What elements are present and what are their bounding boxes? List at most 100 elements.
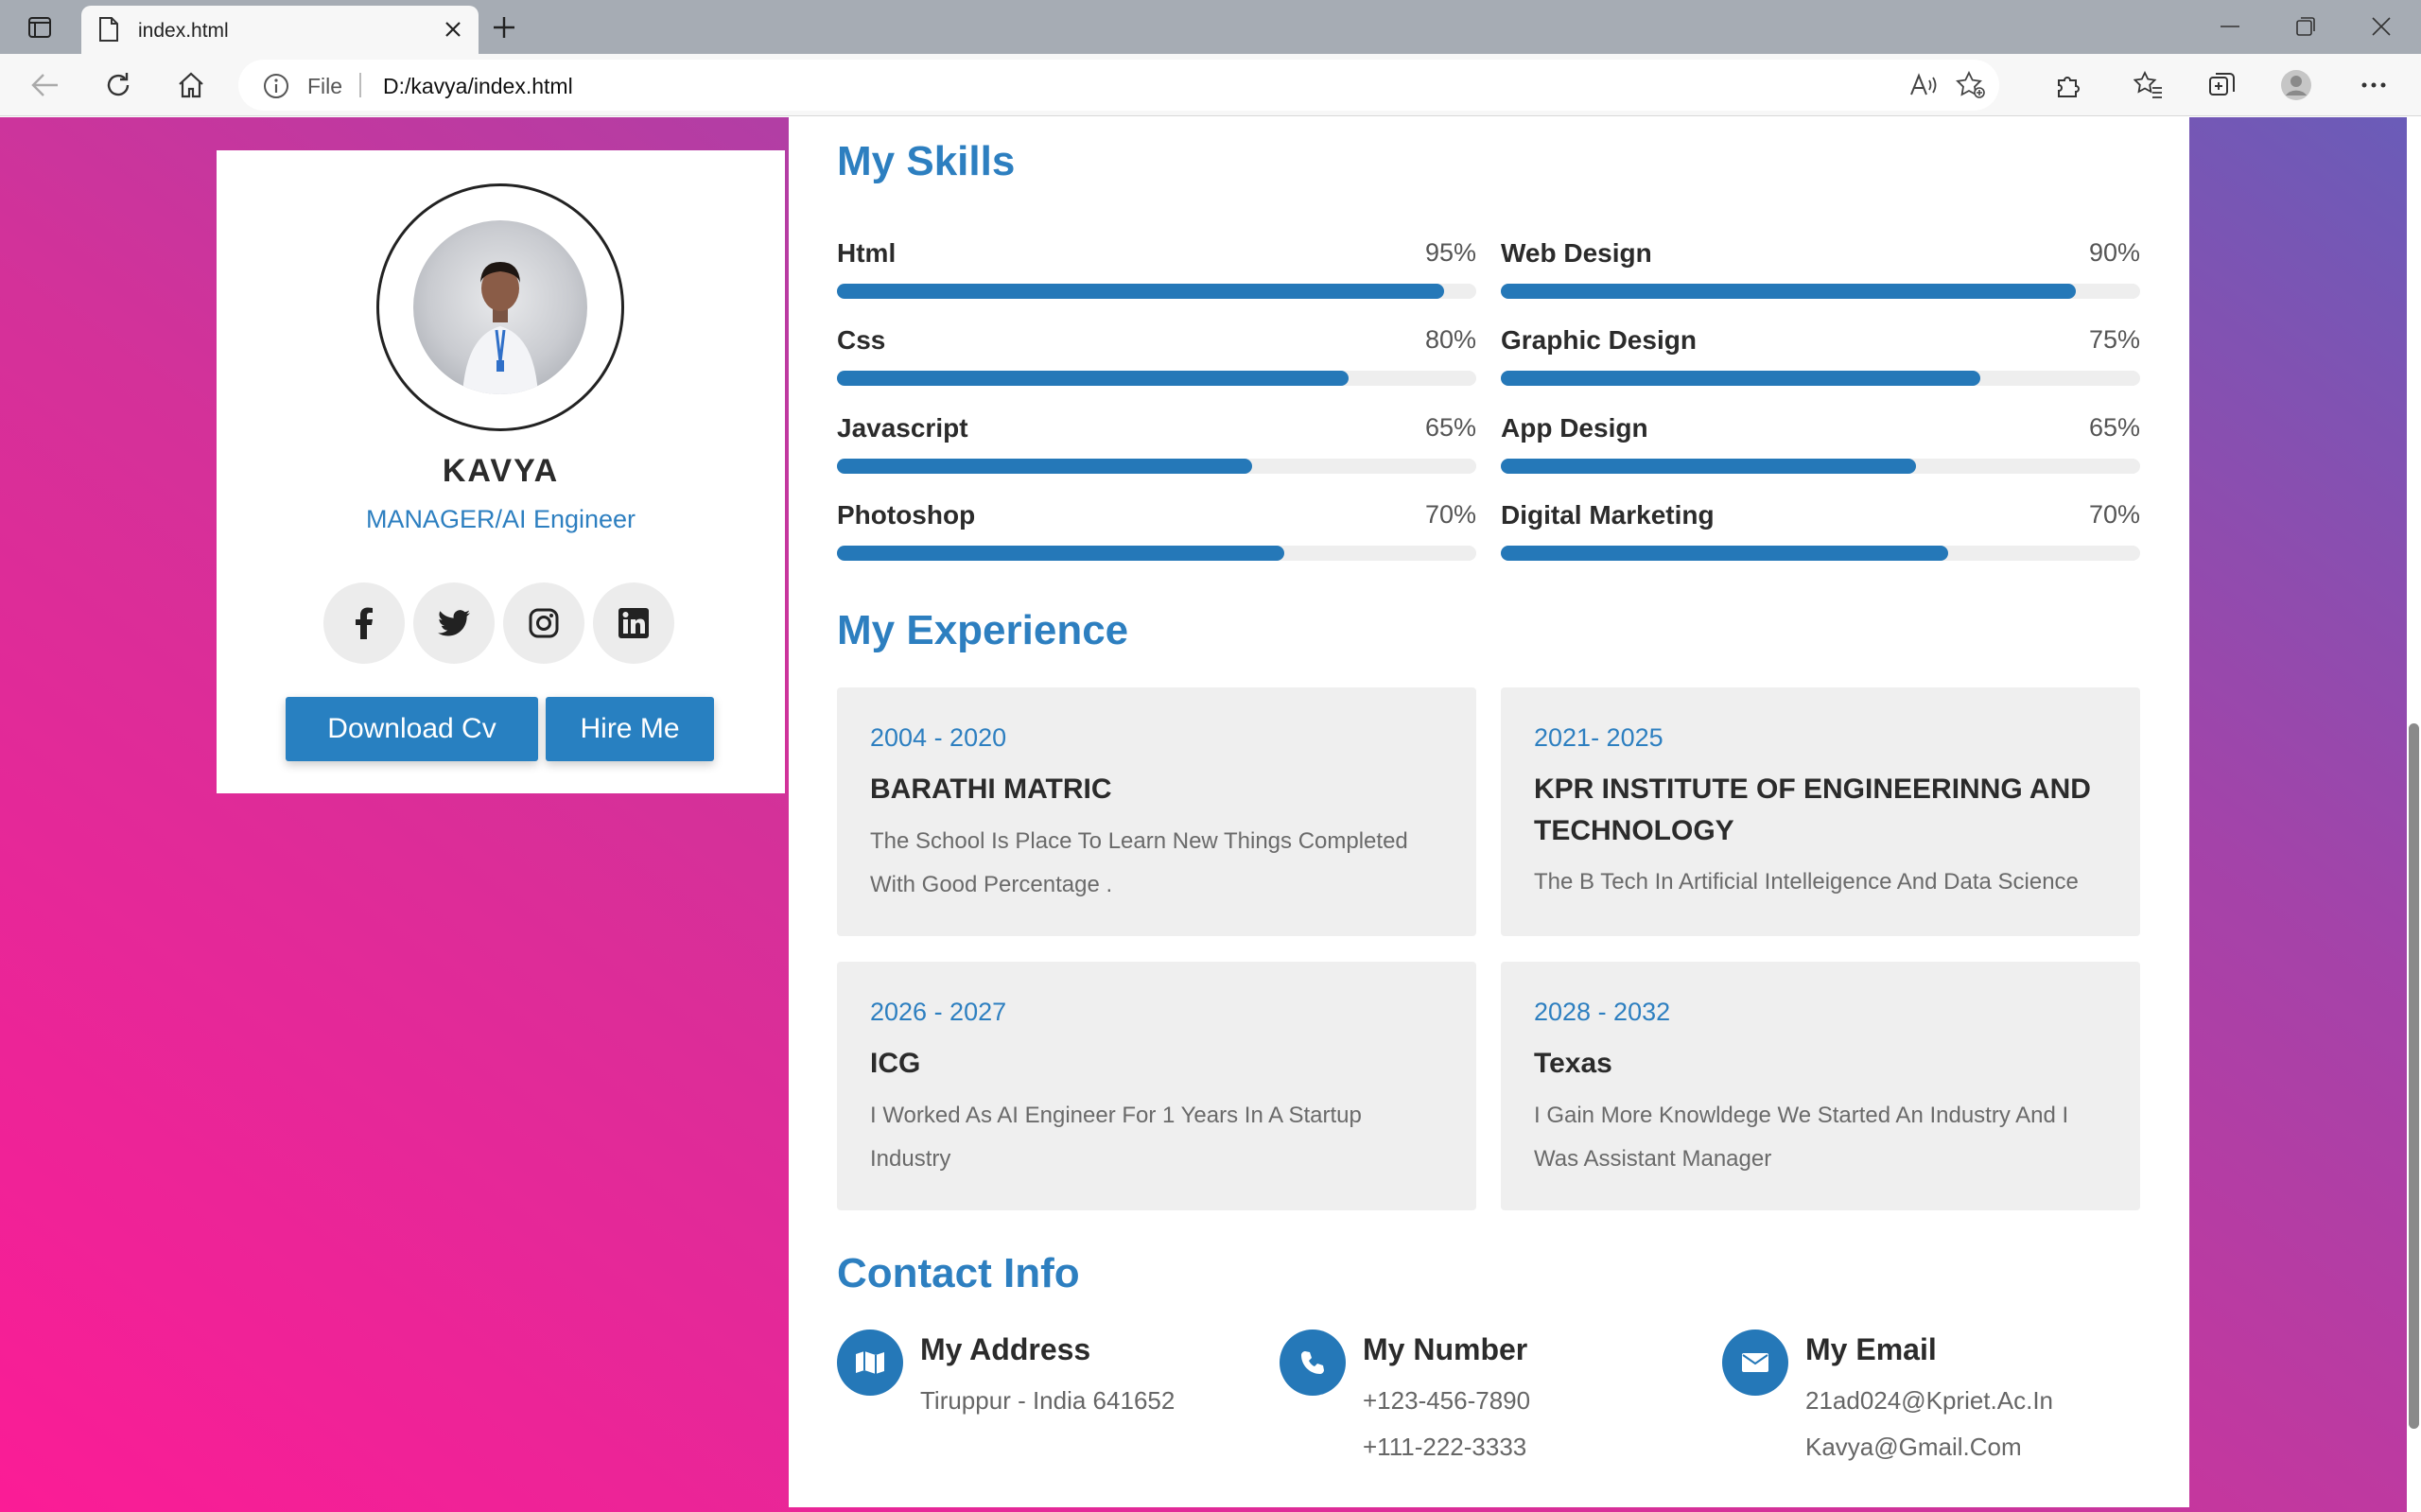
- experience-heading: My Experience: [837, 607, 1129, 653]
- skill-bar-track: [837, 371, 1476, 386]
- contact-line: Kavya@Gmail.Com: [1805, 1433, 2022, 1461]
- experience-org: KPR INSTITUTE OF ENGINEERINNG AND TECHNO…: [1534, 773, 2091, 846]
- contact-line: 21ad024@Kpriet.Ac.In: [1805, 1386, 2054, 1415]
- skill-bar-fill: [837, 546, 1285, 561]
- skill-label: Web Design: [1501, 238, 1652, 268]
- refresh-icon[interactable]: [97, 64, 139, 106]
- experience-desc: I Gain More Knowldege We Started An Indu…: [1534, 1103, 2069, 1172]
- skill-item: Digital Marketing 70%: [1501, 500, 2140, 576]
- tab-strip: index.html: [0, 0, 2421, 54]
- twitter-link[interactable]: [413, 582, 495, 664]
- page-scrollbar-thumb[interactable]: [2409, 723, 2419, 1429]
- skill-bar-fill: [1501, 284, 2077, 299]
- experience-card: 2021- 2025 KPR INSTITUTE OF ENGINEERINNG…: [1501, 687, 2140, 936]
- skill-percent: 80%: [1424, 325, 1476, 354]
- skill-bar-track: [1501, 459, 2140, 474]
- skill-bar-fill: [837, 284, 1445, 299]
- more-options-icon[interactable]: [2353, 64, 2395, 106]
- contact-title: My Number: [1363, 1332, 1528, 1366]
- skill-percent: 70%: [2088, 500, 2140, 529]
- tab-title: index.html: [138, 20, 229, 42]
- profile-role: MANAGER/AI Engineer: [365, 505, 636, 533]
- favorites-icon[interactable]: [2128, 64, 2169, 106]
- skill-item: Css 80%: [837, 325, 1476, 401]
- instagram-link[interactable]: [503, 582, 584, 664]
- skill-percent: 90%: [2088, 238, 2140, 267]
- window-close-icon[interactable]: [2355, 8, 2408, 45]
- avatar-ring: [376, 183, 624, 431]
- experience-desc: I Worked As AI Engineer For 1 Years In A…: [870, 1103, 1362, 1172]
- experience-years: 2004 - 2020: [870, 723, 1007, 752]
- skill-label: Graphic Design: [1501, 325, 1697, 355]
- skill-item: Graphic Design 75%: [1501, 325, 2140, 401]
- profile-avatar-icon[interactable]: [2275, 64, 2317, 106]
- phone-icon: [1280, 1330, 1346, 1396]
- skill-label: Html: [837, 238, 897, 268]
- twitter-icon: [438, 610, 470, 636]
- hire-me-button[interactable]: Hire Me: [546, 697, 714, 761]
- experience-card: 2004 - 2020 BARATHI MATRIC The School Is…: [837, 687, 1476, 936]
- skill-label: App Design: [1501, 413, 1648, 443]
- social-links: [323, 582, 683, 664]
- skill-item: Html 95%: [837, 238, 1476, 314]
- page-document-icon: [98, 17, 119, 46]
- facebook-link[interactable]: [323, 582, 405, 664]
- profile-card: KAVYA MANAGER/AI Engineer Download Cv Hi…: [217, 150, 785, 793]
- skill-label: Photoshop: [837, 500, 976, 530]
- skill-bar-track: [1501, 371, 2140, 386]
- skill-percent: 65%: [1424, 413, 1476, 442]
- new-tab-icon[interactable]: [488, 11, 520, 43]
- home-icon[interactable]: [170, 64, 212, 106]
- skill-item: Photoshop 70%: [837, 500, 1476, 576]
- back-icon[interactable]: [25, 64, 66, 106]
- skill-item: Javascript 65%: [837, 413, 1476, 489]
- skill-bar-track: [837, 459, 1476, 474]
- linkedin-link[interactable]: [593, 582, 674, 664]
- address-bar[interactable]: File D:/kavya/index.html: [238, 60, 1999, 111]
- avatar: [413, 220, 587, 394]
- tab-close-icon[interactable]: [441, 17, 465, 42]
- contact-line: Tiruppur - India 641652: [920, 1386, 1176, 1415]
- skill-bar-fill: [1501, 371, 1980, 386]
- skill-bar-fill: [837, 371, 1349, 386]
- address-separator: [359, 73, 361, 97]
- browser-tab[interactable]: index.html: [81, 6, 479, 54]
- experience-org: ICG: [870, 1048, 921, 1079]
- skill-label: Digital Marketing: [1501, 500, 1715, 530]
- skills-heading: My Skills: [837, 138, 1016, 184]
- extensions-icon[interactable]: [2048, 64, 2090, 106]
- main-content: My Skills Html 95% Web Design 90% Css 80…: [789, 117, 2189, 1507]
- instagram-icon: [529, 608, 559, 638]
- envelope-icon: [1722, 1330, 1788, 1396]
- minimize-icon[interactable]: [2203, 8, 2256, 45]
- experience-card: 2026 - 2027 ICG I Worked As AI Engineer …: [837, 962, 1476, 1210]
- address-url[interactable]: D:/kavya/index.html: [383, 74, 573, 99]
- skill-bar-track: [1501, 284, 2140, 299]
- linkedin-icon: [618, 608, 649, 638]
- page-viewport: KAVYA MANAGER/AI Engineer Download Cv Hi…: [0, 117, 2407, 1512]
- map-icon: [837, 1330, 903, 1396]
- skill-bar-track: [837, 546, 1476, 561]
- contact-email: My Email 21ad024@Kpriet.Ac.In Kavya@Gmai…: [1722, 1330, 2157, 1500]
- experience-years: 2028 - 2032: [1534, 998, 1671, 1026]
- experience-org: BARATHI MATRIC: [870, 773, 1112, 805]
- skill-item: App Design 65%: [1501, 413, 2140, 489]
- experience-desc: The B Tech In Artificial Intelleigence A…: [1534, 869, 2079, 895]
- skill-bar-fill: [1501, 546, 1949, 561]
- contact-line: +111-222-3333: [1363, 1433, 1527, 1461]
- skill-item: Web Design 90%: [1501, 238, 2140, 314]
- contact-heading: Contact Info: [837, 1250, 1080, 1296]
- site-info-icon[interactable]: [263, 73, 289, 104]
- collections-icon[interactable]: [2202, 64, 2243, 106]
- browser-toolbar: File D:/kavya/index.html: [0, 54, 2421, 116]
- facebook-icon: [356, 607, 373, 639]
- read-aloud-icon[interactable]: [1907, 70, 1940, 100]
- add-favorite-icon[interactable]: [1955, 70, 1987, 100]
- restore-icon[interactable]: [2279, 8, 2332, 45]
- tab-actions-icon[interactable]: [21, 13, 59, 42]
- skill-bar-fill: [837, 459, 1253, 474]
- download-cv-button[interactable]: Download Cv: [286, 697, 538, 761]
- contact-title: My Email: [1805, 1332, 1937, 1366]
- contact-number: My Number +123-456-7890 +111-222-3333: [1280, 1330, 1715, 1500]
- skill-percent: 95%: [1424, 238, 1476, 267]
